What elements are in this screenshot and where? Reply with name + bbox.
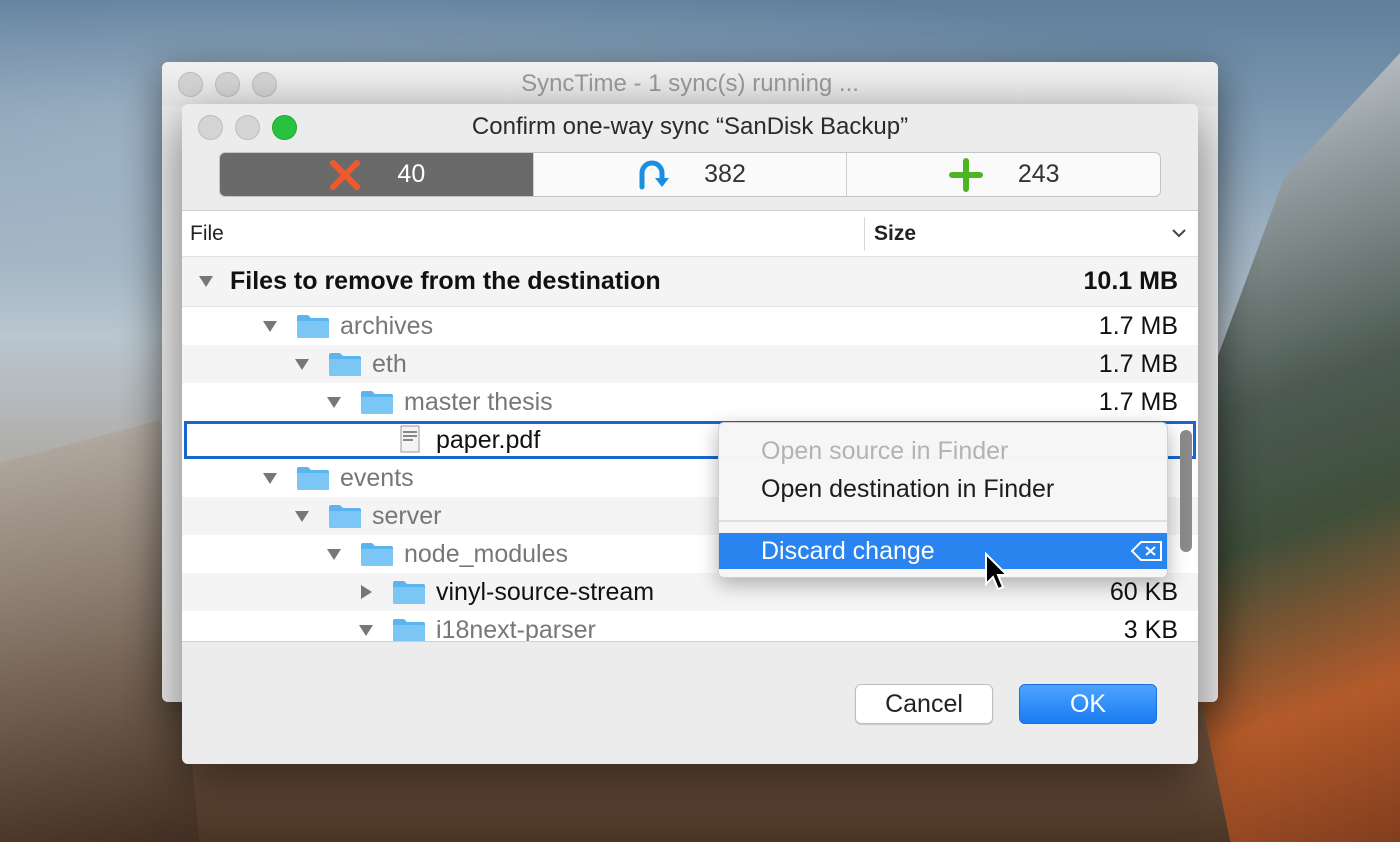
column-header-size[interactable]: Size xyxy=(874,222,916,246)
folder-icon xyxy=(393,619,425,641)
update-arrow-icon xyxy=(639,160,670,189)
disclosure-triangle-expanded-icon[interactable] xyxy=(262,318,278,334)
disclosure-triangle-expanded-icon[interactable] xyxy=(358,622,374,638)
row-name: node_modules xyxy=(404,539,569,568)
segment-removals[interactable]: 40 xyxy=(220,153,534,196)
folder-icon xyxy=(361,391,393,414)
dialog-titlebar[interactable]: Confirm one-way sync “SanDisk Backup” xyxy=(182,104,1198,150)
group-row-removals[interactable]: Files to remove from the destination 10.… xyxy=(182,257,1198,307)
pdf-file-icon xyxy=(400,425,420,453)
row-size: 1.7 MB xyxy=(1098,311,1178,340)
folder-icon xyxy=(297,467,329,490)
menu-item-label: Discard change xyxy=(761,536,935,565)
row-name: eth xyxy=(372,349,407,378)
row-name: archives xyxy=(340,311,434,340)
context-menu: Open source in Finder Open destination i… xyxy=(718,422,1168,578)
column-divider[interactable] xyxy=(864,217,865,251)
row-size: 60 KB xyxy=(1109,577,1178,606)
table-row[interactable]: vinyl-source-stream 60 KB xyxy=(182,573,1198,611)
group-label: Files to remove from the destination xyxy=(230,267,661,295)
dialog-title: Confirm one-way sync “SanDisk Backup” xyxy=(471,113,909,140)
table-row[interactable]: eth 1.7 MB xyxy=(182,345,1198,383)
row-name: vinyl-source-stream xyxy=(436,577,655,606)
row-size: 1.7 MB xyxy=(1098,387,1178,416)
folder-icon xyxy=(329,505,361,528)
table-row[interactable]: i18next-parser 3 KB xyxy=(182,611,1198,642)
folder-icon xyxy=(361,543,393,566)
main-window-title: SyncTime - 1 sync(s) running ... xyxy=(521,70,859,97)
ok-button[interactable]: OK xyxy=(1019,684,1157,724)
cancel-button[interactable]: Cancel xyxy=(855,684,993,724)
row-name: events xyxy=(340,463,414,492)
group-size: 10.1 MB xyxy=(1083,267,1178,295)
row-name: master thesis xyxy=(404,387,553,416)
add-plus-icon xyxy=(948,157,983,192)
segment-updates-count: 382 xyxy=(704,160,746,188)
remove-x-icon xyxy=(330,159,361,190)
menu-separator xyxy=(719,520,1167,522)
menu-item-open-destination[interactable]: Open destination in Finder xyxy=(719,471,1167,507)
row-size: 3 KB xyxy=(1123,615,1178,642)
menu-item-discard-change[interactable]: Discard change xyxy=(719,533,1167,569)
delete-key-icon xyxy=(1131,541,1162,561)
segment-removals-count: 40 xyxy=(397,160,426,188)
segment-updates[interactable]: 382 xyxy=(534,153,848,196)
chevron-down-icon[interactable] xyxy=(1169,223,1189,243)
disclosure-triangle-expanded-icon[interactable] xyxy=(294,508,310,524)
disclosure-triangle-expanded-icon[interactable] xyxy=(198,273,214,289)
disclosure-triangle-expanded-icon[interactable] xyxy=(326,394,342,410)
folder-icon xyxy=(393,581,425,604)
row-name: server xyxy=(372,501,442,530)
main-window-titlebar[interactable]: SyncTime - 1 sync(s) running ... xyxy=(162,62,1218,106)
row-name: paper.pdf xyxy=(436,425,541,454)
table-scrollbar-thumb[interactable] xyxy=(1180,430,1192,552)
folder-icon xyxy=(297,315,329,338)
row-name: i18next-parser xyxy=(436,615,596,642)
menu-item-open-source[interactable]: Open source in Finder xyxy=(719,433,1167,469)
segment-additions[interactable]: 243 xyxy=(847,153,1160,196)
folder-icon xyxy=(329,353,361,376)
disclosure-triangle-expanded-icon[interactable] xyxy=(294,356,310,372)
disclosure-triangle-expanded-icon[interactable] xyxy=(326,546,342,562)
disclosure-triangle-expanded-icon[interactable] xyxy=(262,470,278,486)
row-size: 1.7 MB xyxy=(1098,349,1178,378)
table-row[interactable]: archives 1.7 MB xyxy=(182,307,1198,345)
change-type-segmented-control: 40 382 243 xyxy=(219,152,1161,197)
segment-additions-count: 243 xyxy=(1017,160,1060,188)
column-header-file[interactable]: File xyxy=(190,222,224,246)
disclosure-triangle-collapsed-icon[interactable] xyxy=(358,584,374,600)
mouse-pointer-icon xyxy=(985,552,1010,591)
table-header: File Size xyxy=(182,211,1198,257)
table-row[interactable]: master thesis 1.7 MB xyxy=(182,383,1198,421)
